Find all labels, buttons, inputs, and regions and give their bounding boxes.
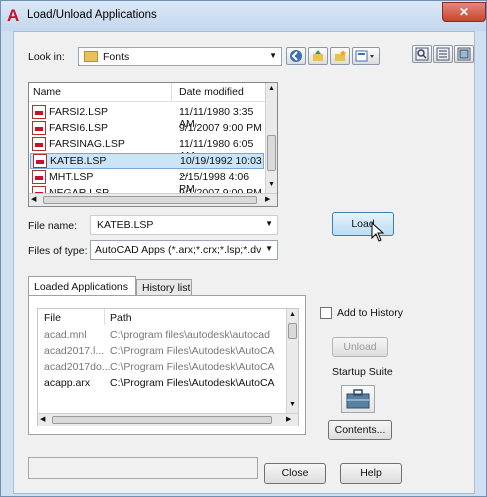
list-item-selected[interactable]: KATEB.LSP 10/19/1992 10:03 ... [30, 153, 264, 179]
file-name: KATEB.LSP [50, 154, 107, 167]
tab-panel: File Path acad.mnl C:\program files\auto… [28, 295, 306, 435]
status-box [28, 457, 258, 479]
chevron-down-icon: ▼ [269, 51, 277, 60]
add-to-history-checkbox[interactable] [320, 307, 332, 319]
briefcase-icon [346, 389, 370, 409]
app-path: C:\program files\autodesk\autocad [110, 329, 270, 341]
lisp-file-icon [33, 154, 47, 168]
app-path: C:\Program Files\Autodesk\AutoCA [110, 361, 275, 373]
back-icon[interactable] [286, 47, 306, 65]
tab-label: Loaded Applications [34, 281, 128, 293]
add-to-history-label[interactable]: Add to History [337, 307, 403, 319]
look-in-dropdown[interactable]: Fonts ▼ [78, 47, 282, 66]
preview-icon[interactable] [454, 45, 474, 63]
startup-suite-button[interactable] [341, 385, 375, 413]
tab-loaded-applications[interactable]: Loaded Applications [28, 276, 136, 296]
unload-button[interactable]: Unload [332, 337, 388, 357]
list-item[interactable]: FARSI6.LSP 9/1/2007 9:00 PM [29, 121, 265, 136]
folder-icon [84, 51, 98, 62]
load-unload-dialog: A Load/Unload Applications ✕ Look in: Fo… [0, 0, 487, 497]
files-of-type-label: Files of type: [28, 245, 88, 257]
lisp-file-icon [32, 137, 46, 151]
scroll-thumb[interactable] [288, 323, 297, 339]
column-divider [104, 309, 105, 325]
list-item[interactable]: MHT.LSP 2/15/1998 4:06 PM [29, 170, 265, 195]
list-item[interactable]: FARSINAG.LSP 11/11/1980 6:05 AM [29, 137, 265, 162]
scroll-down-icon[interactable]: ▼ [289, 401, 296, 408]
autocad-logo-icon: A [7, 6, 20, 25]
file-list-vertical-scrollbar[interactable]: ▲ ▼ [265, 83, 277, 193]
look-in-label: Look in: [28, 51, 65, 63]
look-in-value: Fonts [103, 51, 130, 63]
lisp-file-icon [32, 105, 46, 119]
header-divider [29, 101, 265, 102]
scroll-right-icon[interactable]: ▶ [265, 195, 270, 203]
scroll-left-icon[interactable]: ◀ [40, 415, 45, 423]
apps-horizontal-scrollbar[interactable]: ◀ ▶ [38, 413, 298, 426]
app-file: acad2017do... [44, 361, 111, 373]
scroll-thumb[interactable] [267, 135, 276, 171]
lisp-file-icon [32, 121, 46, 135]
file-column-header[interactable]: File [44, 312, 61, 324]
loaded-apps-list[interactable]: File Path acad.mnl C:\program files\auto… [37, 308, 299, 426]
scroll-thumb[interactable] [52, 416, 272, 424]
table-row[interactable]: acapp.arx C:\Program Files\Autodesk\Auto… [38, 377, 284, 391]
up-folder-icon[interactable] [308, 47, 328, 65]
table-row[interactable]: acad.mnl C:\program files\autodesk\autoc… [38, 329, 284, 343]
scroll-right-icon[interactable]: ▶ [286, 415, 291, 423]
app-file: acapp.arx [44, 377, 91, 389]
file-date: 9/1/2007 9:00 PM [179, 122, 262, 134]
app-path: C:\Program Files\Autodesk\AutoCA [110, 377, 275, 389]
contents-button[interactable]: Contents... [328, 420, 392, 440]
help-button[interactable]: Help [340, 463, 402, 484]
list-item[interactable]: FARSI2.LSP 11/11/1980 3:35 AM [29, 105, 265, 130]
startup-suite-label: Startup Suite [332, 366, 393, 378]
table-row[interactable]: acad2017do... C:\Program Files\Autodesk\… [38, 361, 284, 375]
scroll-left-icon[interactable]: ◀ [31, 195, 36, 203]
file-name-value: KATEB.LSP [97, 219, 154, 231]
close-button[interactable]: Close [264, 463, 326, 484]
scroll-up-icon[interactable]: ▲ [289, 311, 296, 318]
tab-label: History list [142, 282, 191, 294]
window-title: Load/Unload Applications [27, 9, 157, 21]
close-window-button[interactable]: ✕ [442, 2, 486, 22]
app-path: C:\Program Files\Autodesk\AutoCA [110, 345, 275, 357]
file-list[interactable]: Name Date modified FARSI2.LSP 11/11/1980… [28, 82, 278, 207]
file-name-field[interactable]: KATEB.LSP ▼ [90, 215, 278, 235]
files-of-type-value: AutoCAD Apps (*.arx;*.crx;*.lsp;*.dvb;*.… [95, 244, 261, 256]
date-modified-column-header[interactable]: Date modified [179, 86, 244, 98]
chevron-down-icon[interactable]: ▼ [265, 219, 273, 228]
scroll-thumb[interactable] [43, 196, 257, 204]
tab-history-list[interactable]: History list [136, 279, 192, 296]
name-column-header[interactable]: Name [33, 86, 61, 98]
file-name: FARSI2.LSP [49, 105, 108, 118]
path-column-header[interactable]: Path [110, 312, 132, 324]
mouse-cursor-icon [371, 222, 385, 242]
new-folder-icon[interactable] [330, 47, 350, 65]
file-name: MHT.LSP [49, 170, 94, 183]
scroll-down-icon[interactable]: ▼ [268, 181, 275, 188]
apps-vertical-scrollbar[interactable]: ▲ ▼ [286, 309, 298, 413]
views-menu-icon[interactable] [352, 47, 380, 65]
details-view-icon[interactable] [433, 45, 453, 63]
scroll-up-icon[interactable]: ▲ [268, 85, 275, 92]
file-name: FARSINAG.LSP [49, 137, 125, 150]
chevron-down-icon: ▼ [265, 244, 273, 253]
column-divider [171, 83, 172, 101]
dialog-body: Look in: Fonts ▼ Name Date modified FARS… [13, 31, 475, 494]
file-list-horizontal-scrollbar[interactable]: ◀ ▶ [29, 193, 277, 206]
app-file: acad.mnl [44, 329, 87, 341]
file-name-label: File name: [28, 220, 78, 232]
lisp-file-icon [32, 170, 46, 184]
title-bar: A Load/Unload Applications ✕ [1, 1, 486, 31]
file-name: FARSI6.LSP [49, 121, 108, 134]
app-file: acad2017.l... [44, 345, 105, 357]
find-icon[interactable] [412, 45, 432, 63]
files-of-type-dropdown[interactable]: AutoCAD Apps (*.arx;*.crx;*.lsp;*.dvb;*.… [90, 240, 278, 260]
table-row[interactable]: acad2017.l... C:\Program Files\Autodesk\… [38, 345, 284, 359]
